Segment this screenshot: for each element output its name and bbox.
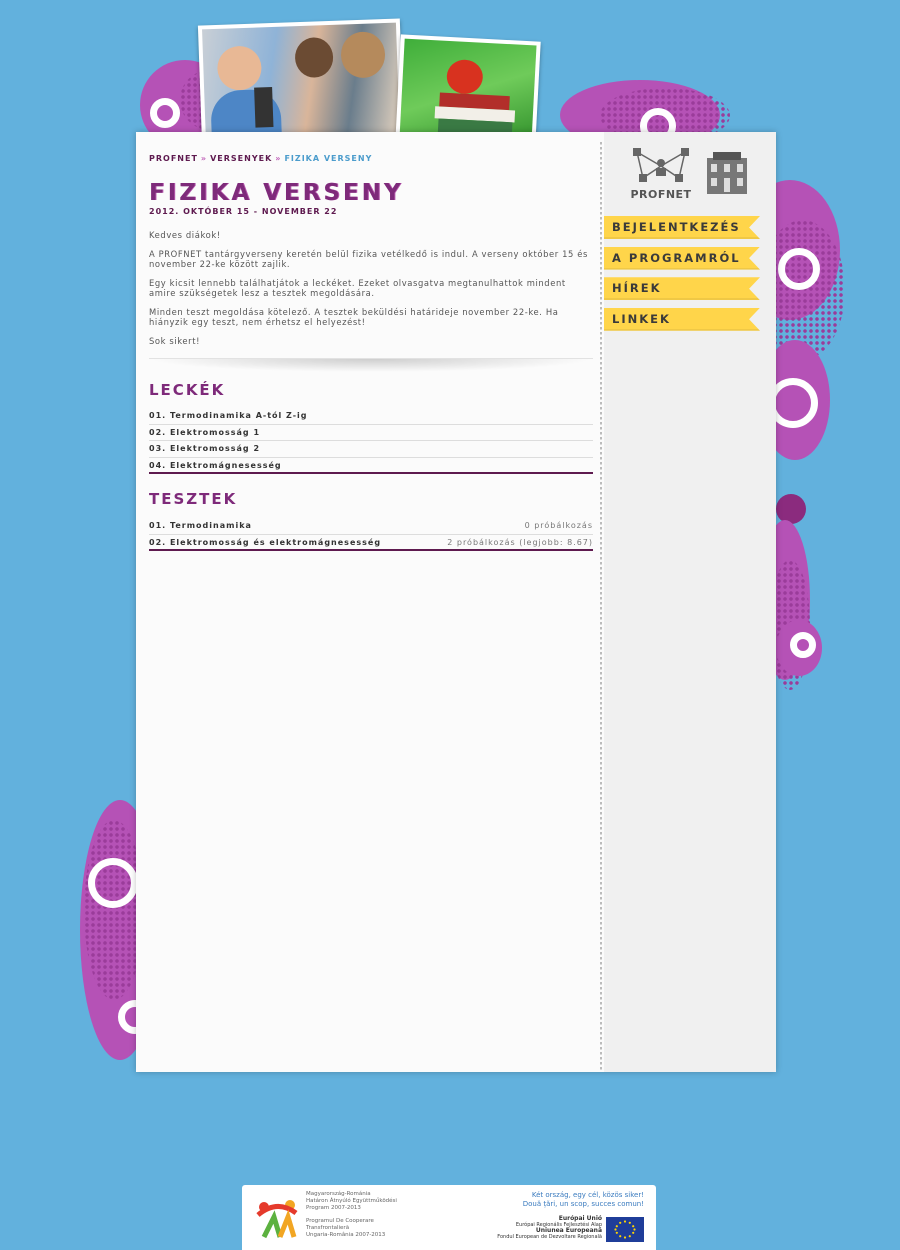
breadcrumb: PROFNET» VERSENYEK» FIZIKA VERSENY [149,154,372,163]
sidebar: PROFNET BEJELENTKEZÉS A PROGRAMRÓL HÍREK… [604,132,776,1072]
lesson-link[interactable]: 01. Termodinamika A-tól Z-ig [149,408,593,425]
partner-logo [705,150,749,196]
program-text-line: Ungaria-România 2007-2013 [306,1232,386,1238]
eu-title-ro: Uniunea Europeană [535,1227,602,1234]
slogan-line: Két ország, egy cél, közös siker! [531,1191,644,1199]
competition-date: 2012. OKTÓBER 15 - NOVEMBER 22 [149,207,338,216]
page-title: FIZIKA VERSENY [149,180,404,206]
sidebar-menu: BEJELENTKEZÉS A PROGRAMRÓL HÍREK LINKEK [604,216,760,338]
breadcrumb-link-versenyek[interactable]: VERSENYEK [210,154,272,163]
footer-slogan: Két ország, egy cél, közös siker! Două ț… [523,1191,644,1209]
intro-paragraph: Kedves diákok! [149,230,221,240]
content-panel: PROFNET» VERSENYEK» FIZIKA VERSENY FIZIKA … [136,132,776,1072]
breadcrumb-current: FIZIKA VERSENY [284,154,373,163]
network-icon [633,148,689,182]
breadcrumb-link-profnet[interactable]: PROFNET [149,154,198,163]
test-link[interactable]: 02. Elektromosság és elektromágnesesség … [149,535,593,551]
test-title: 01. Termodinamika [149,521,252,530]
intro-paragraph: Sok sikert! [149,336,201,346]
intro-paragraph: Minden teszt megoldása kötelező. A teszt… [149,307,559,327]
menu-item-login[interactable]: BEJELENTKEZÉS [604,216,760,239]
eu-text: Európai Unió Európai Regionális Fejleszt… [497,1215,602,1241]
eu-fund-ro: Fondul European de Dezvoltare Regională [497,1234,602,1240]
lesson-link[interactable]: 02. Elektromosság 1 [149,425,593,441]
menu-item-links[interactable]: LINKEK [604,307,760,331]
intro-paragraph: A PROFNET tantárgyverseny keretén belül … [149,249,588,269]
lessons-list: 01. Termodinamika A-tól Z-ig 02. Elektro… [149,408,593,474]
main-column: PROFNET» VERSENYEK» FIZIKA VERSENY FIZIKA … [136,132,604,1072]
intro-paragraph: Egy kicsit lennebb találhatjátok a lecké… [149,278,566,298]
intro-text: Kedves diákok! A PROFNET tantárgyverseny… [149,230,594,355]
program-logo-icon [256,1200,298,1239]
header-photo-kids [197,18,405,150]
eu-flag-icon [606,1217,644,1242]
test-title: 02. Elektromosság és elektromágnesesség [149,537,382,547]
program-text-line: Magyarország-Románia [306,1191,371,1197]
breadcrumb-separator: » [275,154,282,163]
program-text-line: Programul De Cooperare [306,1218,374,1224]
lesson-title: 03. Elektromosság 2 [149,444,261,453]
building-icon [707,152,747,194]
menu-item-about[interactable]: A PROGRAMRÓL [604,246,760,270]
slogan-line: Două țări, un scop, succes comun! [522,1200,644,1208]
lesson-link[interactable]: 04. Elektromágnesesség [149,458,593,474]
footer: Magyarország-Románia Határon Átnyúló Egy… [242,1185,656,1250]
eu-stars-icon [614,1220,636,1239]
test-attempts: 0 próbálkozás [524,521,593,530]
lesson-title: 04. Elektromágnesesség [149,460,282,470]
lesson-title: 02. Elektromosság 1 [149,427,261,437]
profnet-logo[interactable]: PROFNET [629,148,693,201]
program-text-line: Határon Átnyúló Együttműködési [306,1198,397,1204]
menu-item-news[interactable]: HÍREK [604,277,760,301]
eu-title-hu: Európai Unió [558,1215,602,1222]
program-text-hu: Magyarország-Románia Határon Átnyúló Egy… [306,1191,397,1212]
section-divider [149,358,593,372]
sidebar-logos: PROFNET [629,148,759,201]
profnet-logo-text: PROFNET [630,188,692,201]
lesson-link[interactable]: 03. Elektromosság 2 [149,441,593,458]
program-text-line: Transfrontalieră [306,1225,350,1231]
tests-list: 01. Termodinamika 0 próbálkozás 02. Elek… [149,518,593,551]
tests-heading: TESZTEK [149,490,238,508]
test-link[interactable]: 01. Termodinamika 0 próbálkozás [149,518,593,535]
program-text-ro: Programul De Cooperare Transfrontalieră … [306,1218,385,1239]
breadcrumb-separator: » [200,154,208,163]
program-text-line: Program 2007-2013 [306,1205,361,1211]
lesson-title: 01. Termodinamika A-tól Z-ig [149,411,308,420]
lessons-heading: LECKÉK [149,381,226,399]
test-attempts: 2 próbálkozás (legjobb: 8.67) [447,537,593,547]
